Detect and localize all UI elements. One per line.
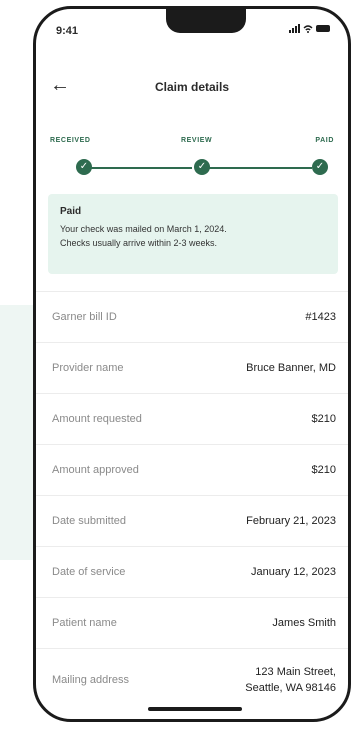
page-title: Claim details (154, 80, 230, 94)
detail-value: $210 (311, 464, 336, 476)
detail-row-patient-name: Patient name James Smith (36, 597, 348, 648)
step-connector-1 (88, 167, 192, 169)
step-check-icon-received: ✓ (76, 159, 92, 175)
step-check-icon-review: ✓ (194, 159, 210, 175)
detail-label: Provider name (52, 362, 124, 374)
battery-icon (316, 25, 330, 32)
step-label-paid: PAID (315, 137, 334, 144)
alert-line-2: Checks usually arrive within 2-3 weeks. (60, 238, 218, 248)
detail-label: Patient name (52, 617, 117, 629)
alert-line-1: Your check was mailed on March 1, 2024. (60, 224, 227, 234)
signal-icon (289, 24, 300, 33)
detail-row-mailing-address: Mailing address 123 Main Street, Seattle… (36, 648, 348, 710)
step-connector-2 (208, 167, 312, 169)
detail-label: Amount approved (52, 464, 139, 476)
detail-value: January 12, 2023 (250, 566, 336, 578)
alert-title: Paid (60, 206, 82, 217)
detail-label: Date submitted (52, 515, 126, 527)
detail-value: Bruce Banner, MD (246, 362, 336, 374)
detail-label: Amount requested (52, 413, 142, 425)
detail-row-date-of-service: Date of service January 12, 2023 (36, 546, 348, 597)
detail-value: 123 Main Street, Seattle, WA 98146 (245, 649, 336, 711)
detail-row-amount-requested: Amount requested $210 (36, 393, 348, 444)
status-alert: Paid Your check was mailed on March 1, 2… (48, 194, 338, 274)
detail-label: Date of service (52, 566, 126, 578)
detail-value: $210 (311, 413, 336, 425)
home-indicator[interactable] (148, 707, 242, 711)
step-label-review: REVIEW (181, 137, 213, 144)
address-line-1: 123 Main Street, (255, 666, 336, 678)
detail-row-date-submitted: Date submitted February 21, 2023 (36, 495, 348, 546)
detail-row-bill-id: Garner bill ID #1423 (36, 291, 348, 342)
wifi-icon (303, 24, 313, 33)
phone-notch (166, 9, 246, 33)
detail-value: #1423 (305, 311, 336, 323)
step-check-icon-paid: ✓ (312, 159, 328, 175)
detail-label: Mailing address (52, 674, 130, 686)
detail-value: February 21, 2023 (246, 515, 336, 527)
status-icons (289, 24, 330, 33)
step-label-received: RECEIVED (50, 137, 91, 144)
detail-value: James Smith (272, 617, 336, 629)
status-time: 9:41 (56, 25, 79, 37)
phone-frame: 9:41 ← Claim details RECEIVED REVIEW PAI… (33, 6, 351, 722)
detail-label: Garner bill ID (52, 311, 117, 323)
detail-row-amount-approved: Amount approved $210 (36, 444, 348, 495)
claim-details-list: Garner bill ID #1423 Provider name Bruce… (36, 291, 348, 710)
address-line-2: Seattle, WA 98146 (245, 682, 336, 694)
detail-row-provider: Provider name Bruce Banner, MD (36, 342, 348, 393)
